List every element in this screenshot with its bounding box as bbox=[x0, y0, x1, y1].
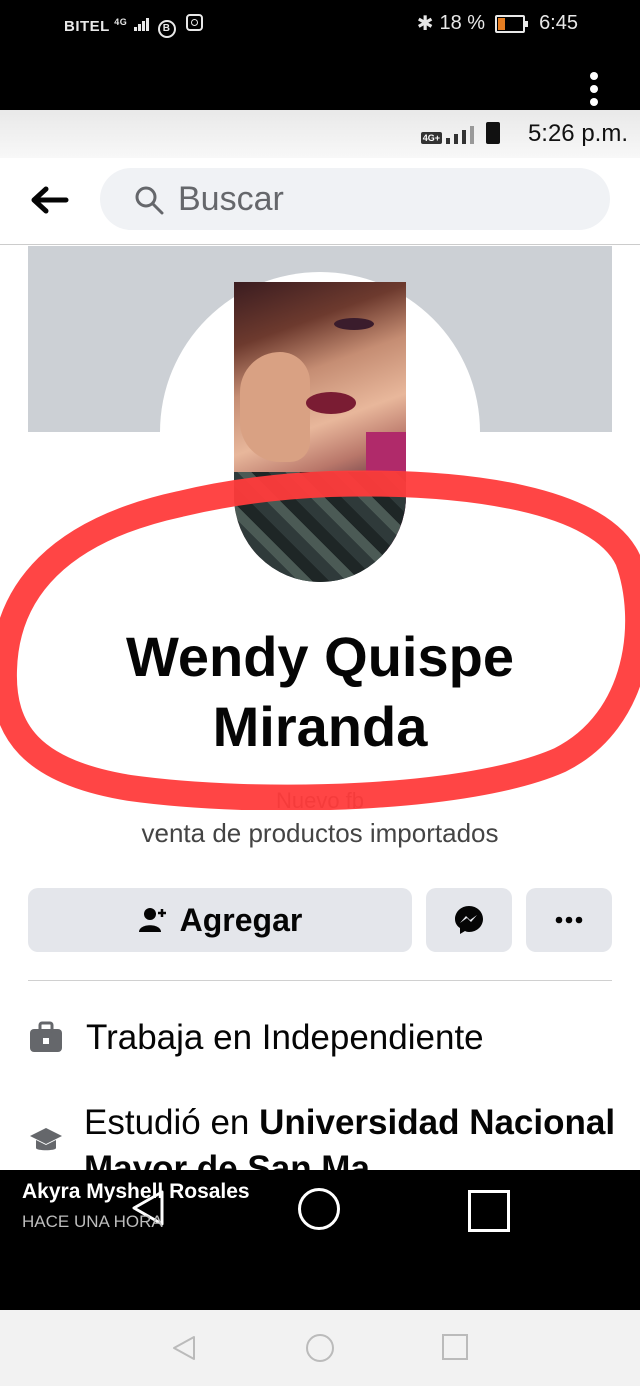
study-prefix: Estudió en bbox=[84, 1103, 260, 1142]
instagram-icon bbox=[186, 14, 204, 31]
search-placeholder: Buscar bbox=[178, 180, 284, 218]
nav-home-icon[interactable] bbox=[298, 1188, 340, 1230]
search-input[interactable]: Buscar bbox=[100, 168, 610, 230]
briefcase-icon bbox=[30, 1021, 62, 1052]
system-back-icon[interactable] bbox=[170, 1334, 198, 1362]
bluetooth-icon: ✱ bbox=[416, 13, 434, 35]
graduation-cap-icon bbox=[30, 1128, 62, 1151]
outer-time: 6:45 bbox=[539, 12, 578, 34]
notification-sender[interactable]: Akyra Myshell Rosales bbox=[22, 1180, 250, 1204]
network-label: 4G bbox=[114, 17, 128, 27]
signal-bar bbox=[470, 126, 474, 144]
more-options-button[interactable] bbox=[526, 888, 612, 952]
battery-percent: 18 % bbox=[439, 12, 486, 34]
battery-icon bbox=[495, 14, 529, 33]
notification-time: HACE UNA HORA bbox=[22, 1212, 163, 1231]
inner-network-label: 4G+ bbox=[420, 132, 442, 144]
inner-battery-icon bbox=[486, 122, 500, 144]
system-home-icon[interactable] bbox=[306, 1334, 334, 1362]
signal-bar bbox=[446, 138, 450, 144]
add-friend-button[interactable]: Agregar bbox=[28, 888, 412, 952]
search-header: Buscar bbox=[0, 158, 640, 245]
work-info[interactable]: Trabaja en Independiente bbox=[86, 1018, 484, 1058]
overflow-menu-icon[interactable] bbox=[590, 72, 604, 111]
message-button[interactable] bbox=[426, 888, 512, 952]
inner-time: 5:26 p.m. bbox=[527, 120, 628, 147]
system-recent-apps-icon[interactable] bbox=[442, 1334, 468, 1360]
carrier-label: BITEL bbox=[64, 18, 110, 35]
signal-bar bbox=[462, 130, 466, 144]
messenger-icon bbox=[455, 906, 483, 934]
add-friend-icon bbox=[138, 908, 166, 932]
nav-recent-apps-icon[interactable] bbox=[468, 1190, 510, 1232]
inner-status-bar: 4G+ 5:26 p.m. bbox=[0, 110, 640, 158]
outer-status-bar: BITEL 4G B ✱ 18 % 6:45 bbox=[0, 0, 640, 110]
search-icon bbox=[135, 186, 164, 215]
divider bbox=[28, 980, 612, 981]
back-arrow-icon[interactable] bbox=[30, 184, 70, 216]
more-icon bbox=[555, 916, 583, 924]
signal-bar bbox=[454, 134, 458, 144]
app-badge-icon: B bbox=[157, 20, 176, 38]
outer-status-right: ✱ 18 % 6:45 bbox=[417, 11, 578, 36]
outer-carrier: BITEL 4G B bbox=[64, 14, 204, 38]
inner-signal-group: 4G+ bbox=[420, 122, 500, 144]
signal-icon bbox=[133, 17, 149, 31]
highlight-ring-annotation bbox=[0, 470, 640, 810]
add-friend-label: Agregar bbox=[179, 901, 303, 938]
bio-line-2: venta de productos importados bbox=[141, 818, 499, 848]
